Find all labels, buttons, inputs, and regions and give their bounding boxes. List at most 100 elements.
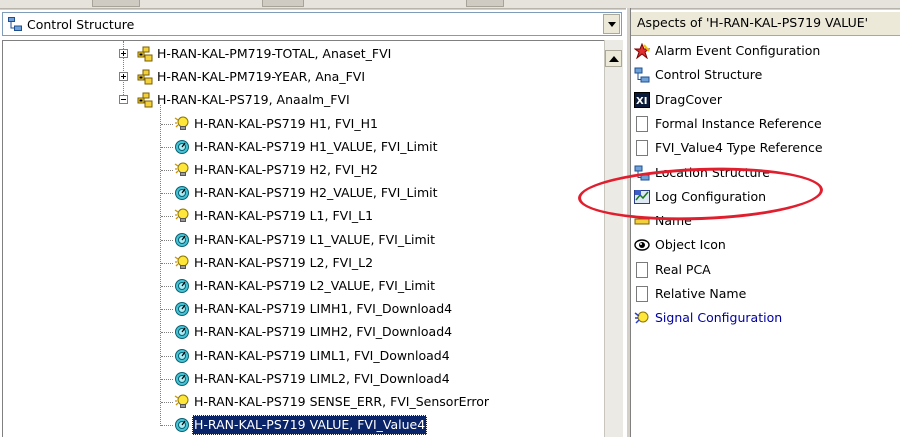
- expand-button[interactable]: [119, 72, 128, 82]
- tab-hint: [466, 0, 504, 7]
- aspect-label: Formal Instance Reference: [655, 115, 822, 131]
- bulb-icon: [174, 208, 190, 224]
- blank-doc-icon: [634, 261, 650, 278]
- bulb-icon: [174, 394, 190, 410]
- aspect-label: Object Icon: [655, 237, 726, 253]
- gauge-icon: [174, 417, 190, 433]
- gauge-icon: [174, 348, 190, 364]
- tree-item[interactable]: H-RAN-KAL-PM719-TOTAL, Anaset_FVI: [155, 44, 393, 64]
- tree-item-label: H-RAN-KAL-PS719 H1, FVI_H1: [194, 115, 378, 131]
- tree-item-label: H-RAN-KAL-PS719 LIMH1, FVI_Download4: [194, 301, 453, 317]
- aspect-label: Signal Configuration: [655, 310, 783, 326]
- gauge-icon: [174, 185, 190, 201]
- tree-connector: [161, 170, 173, 171]
- tree-item[interactable]: H-RAN-KAL-PS719 H2, FVI_H2: [192, 160, 380, 180]
- blank-doc-icon: [634, 140, 650, 157]
- control-structure-panel: Control Structure H-RAN-KAL-PM719-TOTAL,…: [0, 10, 626, 437]
- tree-item-label: H-RAN-KAL-PS719 H1_VALUE, FVI_Limit: [194, 138, 438, 154]
- tree-connector: [161, 332, 173, 334]
- tree-item-label: H-RAN-KAL-PS719 L1_VALUE, FVI_Limit: [194, 231, 436, 247]
- aspect-label: Control Structure: [655, 67, 763, 83]
- tree-connector: [161, 425, 173, 427]
- tree-item-label: H-RAN-KAL-PS719 H2, FVI_H2: [194, 162, 378, 177]
- control-structure-icon: [8, 17, 22, 31]
- tree-connector: [161, 286, 173, 287]
- bulb-icon: [174, 255, 190, 271]
- tree-scrollbar[interactable]: [604, 40, 623, 437]
- gauge-icon: [174, 371, 190, 387]
- aspect-label: DragCover: [655, 91, 722, 107]
- scroll-up-button[interactable]: [605, 50, 622, 67]
- tab-hint: [262, 0, 304, 7]
- tree-item[interactable]: H-RAN-KAL-PS719 L2, FVI_L2: [192, 253, 375, 273]
- tab-hint: [92, 0, 140, 7]
- aspects-header: Aspects of 'H-RAN-KAL-PS719 VALUE': [631, 12, 900, 36]
- tree-connector: [161, 216, 173, 218]
- eye-icon: [634, 237, 650, 253]
- tree-item[interactable]: H-RAN-KAL-PS719 H1_VALUE, FVI_Limit: [192, 137, 440, 157]
- tree-item[interactable]: H-RAN-KAL-PS719 LIMH2, FVI_Download4: [192, 322, 454, 342]
- structure-selector-label: Control Structure: [27, 17, 135, 32]
- aspect-label: Alarm Event Configuration: [655, 43, 821, 58]
- tree-item-label: H-RAN-KAL-PM719-YEAR, Ana_FVI: [157, 69, 366, 85]
- top-strip: [0, 0, 900, 9]
- structure-selector[interactable]: Control Structure: [2, 12, 622, 36]
- tree-item[interactable]: H-RAN-KAL-PS719 LIML1, FVI_Download4: [192, 346, 452, 366]
- tree-item-selected[interactable]: H-RAN-KAL-PS719 VALUE, FVI_Value4: [192, 415, 428, 436]
- collapse-button[interactable]: [119, 95, 128, 105]
- tree-item-label: H-RAN-KAL-PS719 VALUE, FVI_Value4: [192, 415, 428, 436]
- tree-item[interactable]: H-RAN-KAL-PS719 H1, FVI_H1: [192, 114, 380, 134]
- signal-config-icon: [634, 310, 650, 326]
- tree-connector: [161, 355, 173, 357]
- tree-connector: [161, 146, 173, 148]
- tree-item-label: H-RAN-KAL-PS719 LIML2, FVI_Download4: [194, 370, 450, 386]
- aspect-label: Relative Name: [655, 286, 747, 301]
- tree-item[interactable]: H-RAN-KAL-PS719 LIML2, FVI_Download4: [192, 369, 452, 389]
- blank-doc-icon: [634, 115, 650, 132]
- tree-connector: [161, 378, 173, 380]
- aspect-label: FVI_Value4 Type Reference: [655, 140, 823, 156]
- tree-item-label: H-RAN-KAL-PS719 LIML1, FVI_Download4: [194, 347, 450, 363]
- bulb-icon: [174, 162, 190, 178]
- tree-connector: [161, 193, 173, 195]
- structure-icon: [634, 67, 650, 83]
- tree-item-label: H-RAN-KAL-PS719 L1, FVI_L1: [194, 208, 374, 224]
- svg-text:XI: XI: [636, 96, 647, 107]
- tree-item-label: H-RAN-KAL-PS719, Anaalm_FVI: [157, 92, 350, 108]
- object-tree[interactable]: H-RAN-KAL-PM719-TOTAL, Anaset_FVI H-RAN-K…: [2, 40, 604, 437]
- expand-button[interactable]: [119, 49, 128, 58]
- tree-item-label: H-RAN-KAL-PS719 LIMH2, FVI_Download4: [194, 324, 453, 340]
- tree-item-label: H-RAN-KAL-PS719 L2_VALUE, FVI_Limit: [194, 278, 436, 293]
- tree-item-label: H-RAN-KAL-PS719 H2_VALUE, FVI_Limit: [194, 185, 438, 201]
- object-group-icon: [137, 46, 153, 62]
- tree-item[interactable]: H-RAN-KAL-PS719, Anaalm_FVI: [155, 90, 352, 110]
- gauge-icon: [174, 232, 190, 248]
- gauge-icon: [174, 139, 190, 155]
- tree-item[interactable]: H-RAN-KAL-PS719 SENSE_ERR, FVI_SensorErr…: [192, 392, 491, 412]
- tree-connector: [161, 262, 173, 264]
- tree-connector: [161, 239, 173, 241]
- dropdown-arrow-button[interactable]: [603, 14, 620, 34]
- gauge-icon: [174, 324, 190, 340]
- tree-connector: [161, 309, 173, 311]
- gauge-icon: [174, 278, 190, 294]
- tree-item[interactable]: H-RAN-KAL-PM719-YEAR, Ana_FVI: [155, 67, 367, 87]
- alarm-event-icon: [633, 42, 651, 60]
- dragcover-icon: XI: [634, 91, 650, 108]
- tree-item-label: H-RAN-KAL-PS719 SENSE_ERR, FVI_SensorErr…: [194, 394, 490, 409]
- gauge-icon: [174, 301, 190, 317]
- tree-item[interactable]: H-RAN-KAL-PS719 L1_VALUE, FVI_Limit: [192, 230, 437, 250]
- tree-item[interactable]: H-RAN-KAL-PS719 L1, FVI_L1: [192, 206, 375, 226]
- tree-connector: [161, 123, 173, 125]
- tree-item[interactable]: H-RAN-KAL-PS719 LIMH1, FVI_Download4: [192, 299, 454, 319]
- blank-doc-icon: [634, 286, 650, 302]
- object-group-icon: [137, 92, 153, 108]
- tree-connector: [161, 402, 173, 403]
- object-group-icon: [137, 69, 153, 85]
- tree-item[interactable]: H-RAN-KAL-PS719 H2_VALUE, FVI_Limit: [192, 183, 440, 203]
- tree-item[interactable]: H-RAN-KAL-PS719 L2_VALUE, FVI_Limit: [192, 276, 437, 296]
- bulb-icon: [174, 116, 190, 132]
- tree-item-label: H-RAN-KAL-PS719 L2, FVI_L2: [194, 254, 374, 270]
- aspects-panel: Aspects of 'H-RAN-KAL-PS719 VALUE' Alarm…: [631, 10, 900, 437]
- tree-item-label: H-RAN-KAL-PM719-TOTAL, Anaset_FVI: [157, 46, 392, 61]
